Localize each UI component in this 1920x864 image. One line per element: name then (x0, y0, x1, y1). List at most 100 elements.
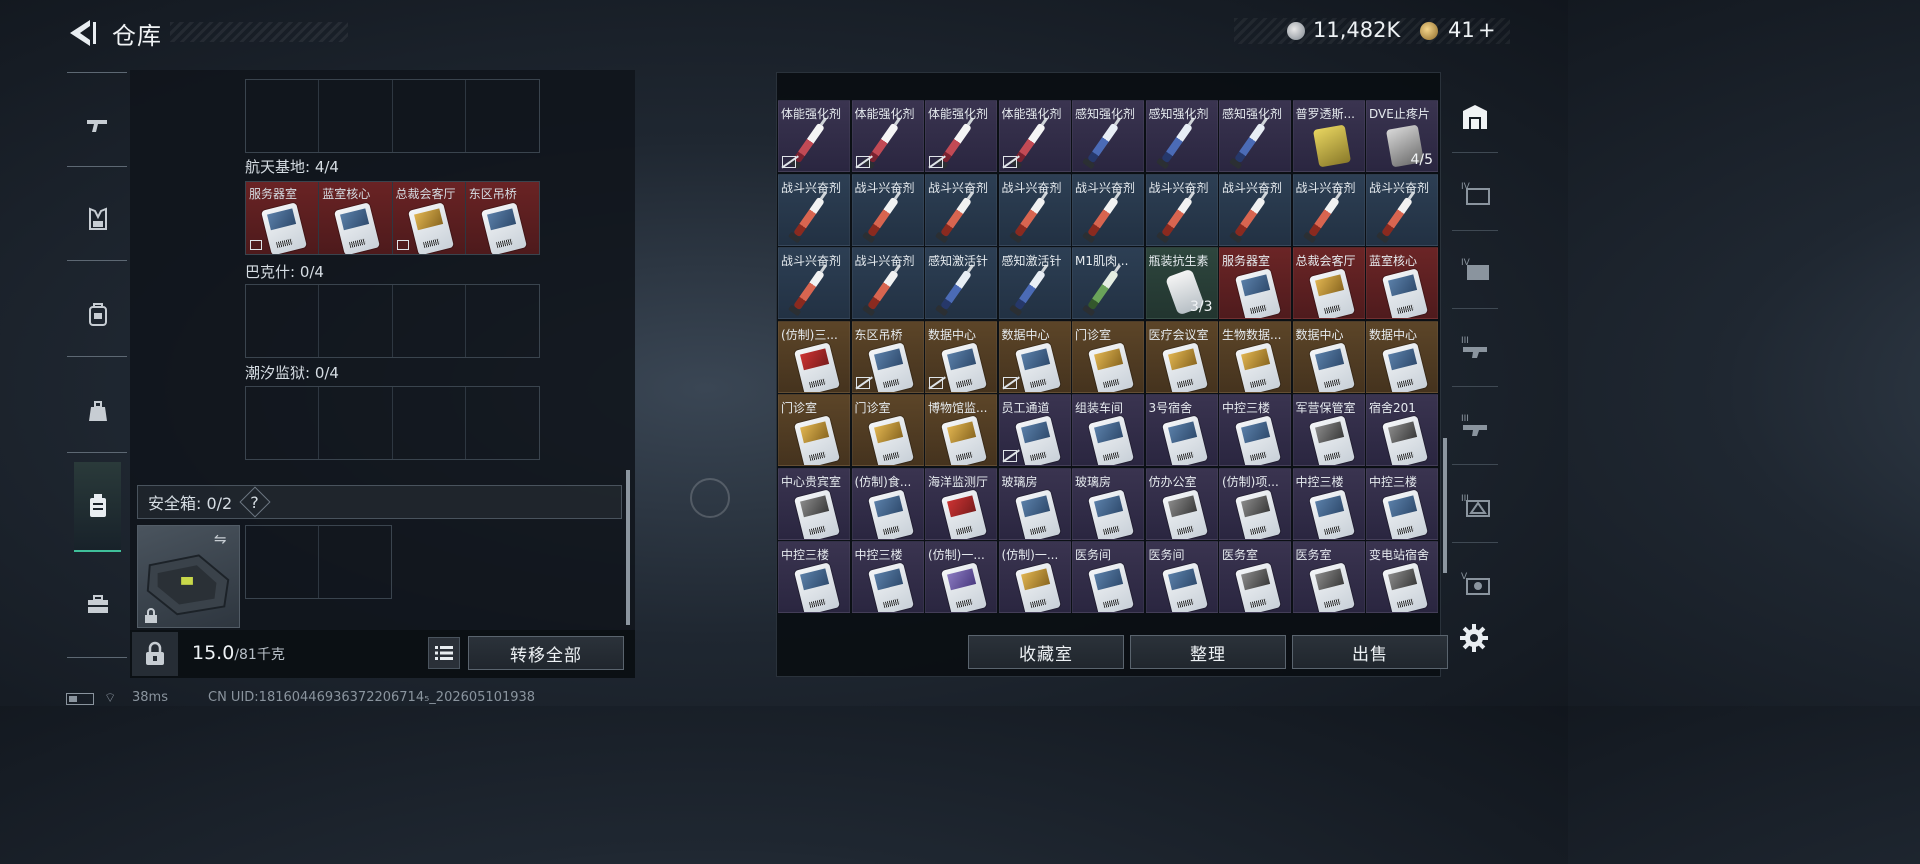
nav-storage-iv-b[interactable]: IV (1450, 240, 1500, 298)
inventory-item[interactable]: 3号宿舍 (1145, 394, 1218, 466)
inventory-item[interactable]: M1肌肉... (1072, 247, 1144, 319)
inventory-item[interactable]: 战斗兴奋剂 (998, 173, 1071, 246)
collection-room-button[interactable]: 收藏室 (968, 635, 1124, 669)
inventory-item[interactable]: 数据中心 (1366, 320, 1438, 393)
keycard-slot[interactable]: 服务器室 (246, 182, 320, 254)
inventory-item[interactable]: 蓝室核心 (1366, 247, 1438, 319)
sell-button[interactable]: 出售 (1292, 635, 1448, 669)
keycard-slot[interactable]: 总裁会客厅 (392, 182, 466, 254)
empty-slot[interactable] (466, 80, 539, 152)
inventory-item[interactable]: DVE止疼片 4/5 (1366, 100, 1438, 172)
nav-toolbox[interactable] (74, 575, 121, 633)
inventory-item[interactable]: (仿制)食... (851, 467, 924, 540)
inventory-item[interactable]: (仿制)三... (778, 320, 850, 393)
inventory-item[interactable]: 战斗兴奋剂 (1292, 173, 1365, 246)
back-button[interactable] (66, 18, 98, 48)
safe-case-item[interactable]: ⇋ (137, 525, 240, 628)
inventory-item[interactable]: 中控三楼 (1219, 394, 1291, 466)
inventory-item[interactable]: 感知激活针 (998, 247, 1071, 319)
inventory-item[interactable]: 宿舍201 (1366, 394, 1438, 466)
nav-storage-iii-a[interactable]: III (1450, 318, 1500, 376)
inventory-item[interactable]: 数据中心 (998, 320, 1071, 393)
inventory-item[interactable]: 军营保管室 (1292, 394, 1365, 466)
inventory-item[interactable]: 感知强化剂 (1219, 100, 1291, 172)
inventory-item[interactable]: 中心贵宾室 (778, 467, 850, 540)
inventory-item[interactable]: 医务间 (1145, 541, 1218, 613)
inventory-item[interactable]: 变电站宿舍 (1366, 541, 1438, 613)
settings-button[interactable] (1458, 622, 1490, 654)
inventory-item[interactable]: 普罗透斯... (1292, 100, 1365, 172)
empty-slot[interactable] (466, 285, 539, 357)
inventory-item[interactable]: 医务室 (1292, 541, 1365, 613)
stash-scrollbar[interactable] (1443, 438, 1447, 573)
transfer-all-button[interactable]: 转移全部 (468, 636, 624, 670)
inventory-item[interactable]: (仿制)一... (998, 541, 1071, 613)
nav-armor[interactable] (74, 190, 121, 248)
nav-storage-v[interactable]: V (1450, 554, 1500, 612)
nav-storage-iii-b[interactable]: III (1450, 396, 1500, 454)
inventory-item[interactable]: (仿制)项... (1219, 467, 1291, 540)
empty-slot[interactable] (246, 526, 319, 598)
nav-backpack[interactable] (74, 286, 121, 344)
left-scrollbar[interactable] (626, 470, 630, 625)
inventory-item[interactable]: 医务室 (1219, 541, 1291, 613)
inventory-item[interactable]: 感知强化剂 (1072, 100, 1144, 172)
inventory-item[interactable]: 门诊室 (778, 394, 850, 466)
nav-weapons[interactable] (74, 96, 121, 154)
empty-slot[interactable] (319, 80, 393, 152)
inventory-item[interactable]: 战斗兴奋剂 (1366, 173, 1438, 246)
inventory-item[interactable]: 战斗兴奋剂 (778, 247, 850, 319)
nav-warehouse[interactable] (1450, 88, 1500, 146)
weight-lock-button[interactable] (132, 632, 178, 676)
list-view-button[interactable] (428, 637, 460, 669)
empty-slot[interactable] (466, 387, 539, 459)
inventory-item[interactable]: 中控三楼 (851, 541, 924, 613)
empty-slot[interactable] (393, 387, 466, 459)
inventory-item[interactable]: 员工通道 (998, 394, 1071, 466)
inventory-item[interactable]: 总裁会客厅 (1292, 247, 1365, 319)
inventory-item[interactable]: 体能强化剂 (925, 100, 997, 172)
nav-storage-iii-c[interactable]: III (1450, 476, 1500, 534)
keycard-slot[interactable]: 东区吊桥 (465, 182, 539, 254)
inventory-item[interactable]: 瓶装抗生素 3/3 (1145, 247, 1218, 319)
nav-storage-iv-a[interactable]: IV (1450, 164, 1500, 222)
inventory-item[interactable]: 玻璃房 (998, 467, 1071, 540)
inventory-item[interactable]: 门诊室 (851, 394, 924, 466)
swap-icon[interactable]: ⇋ (214, 530, 227, 548)
empty-slot[interactable] (393, 285, 466, 357)
keycard-slot[interactable]: 蓝室核心 (319, 182, 393, 254)
inventory-item[interactable]: 东区吊桥 (851, 320, 924, 393)
inventory-item[interactable]: 体能强化剂 (998, 100, 1071, 172)
inventory-item[interactable]: 战斗兴奋剂 (1145, 173, 1218, 246)
empty-slot[interactable] (246, 80, 320, 152)
inventory-item[interactable]: 博物馆监... (925, 394, 997, 466)
empty-slot[interactable] (246, 285, 320, 357)
empty-slot[interactable] (246, 387, 320, 459)
add-currency-button[interactable]: + (1478, 18, 1496, 42)
inventory-item[interactable]: 中控三楼 (1292, 467, 1365, 540)
inventory-item[interactable]: 数据中心 (925, 320, 997, 393)
empty-slot[interactable] (319, 285, 393, 357)
inventory-item[interactable]: 门诊室 (1072, 320, 1144, 393)
inventory-item[interactable]: 中控三楼 (1366, 467, 1438, 540)
inventory-item[interactable]: 玻璃房 (1072, 467, 1144, 540)
inventory-item[interactable]: 中控三楼 (778, 541, 850, 613)
inventory-item[interactable]: 医务间 (1072, 541, 1144, 613)
inventory-item[interactable]: 战斗兴奋剂 (851, 173, 924, 246)
inventory-item[interactable]: 医疗会议室 (1145, 320, 1218, 393)
inventory-item[interactable]: 体能强化剂 (778, 100, 850, 172)
nav-pouch[interactable] (74, 382, 121, 440)
empty-slot[interactable] (393, 80, 466, 152)
nav-safe-case[interactable] (74, 462, 121, 552)
organize-button[interactable]: 整理 (1130, 635, 1286, 669)
inventory-item[interactable]: 组装车间 (1072, 394, 1144, 466)
inventory-item[interactable]: (仿制)一... (925, 541, 997, 613)
inventory-item[interactable]: 服务器室 (1219, 247, 1291, 319)
inventory-item[interactable]: 生物数据... (1219, 320, 1291, 393)
inventory-item[interactable]: 战斗兴奋剂 (1219, 173, 1291, 246)
inventory-item[interactable]: 感知强化剂 (1145, 100, 1218, 172)
inventory-item[interactable]: 战斗兴奋剂 (778, 173, 850, 246)
inventory-item[interactable]: 战斗兴奋剂 (851, 247, 924, 319)
inventory-item[interactable]: 数据中心 (1292, 320, 1365, 393)
inventory-item[interactable]: 战斗兴奋剂 (925, 173, 997, 246)
